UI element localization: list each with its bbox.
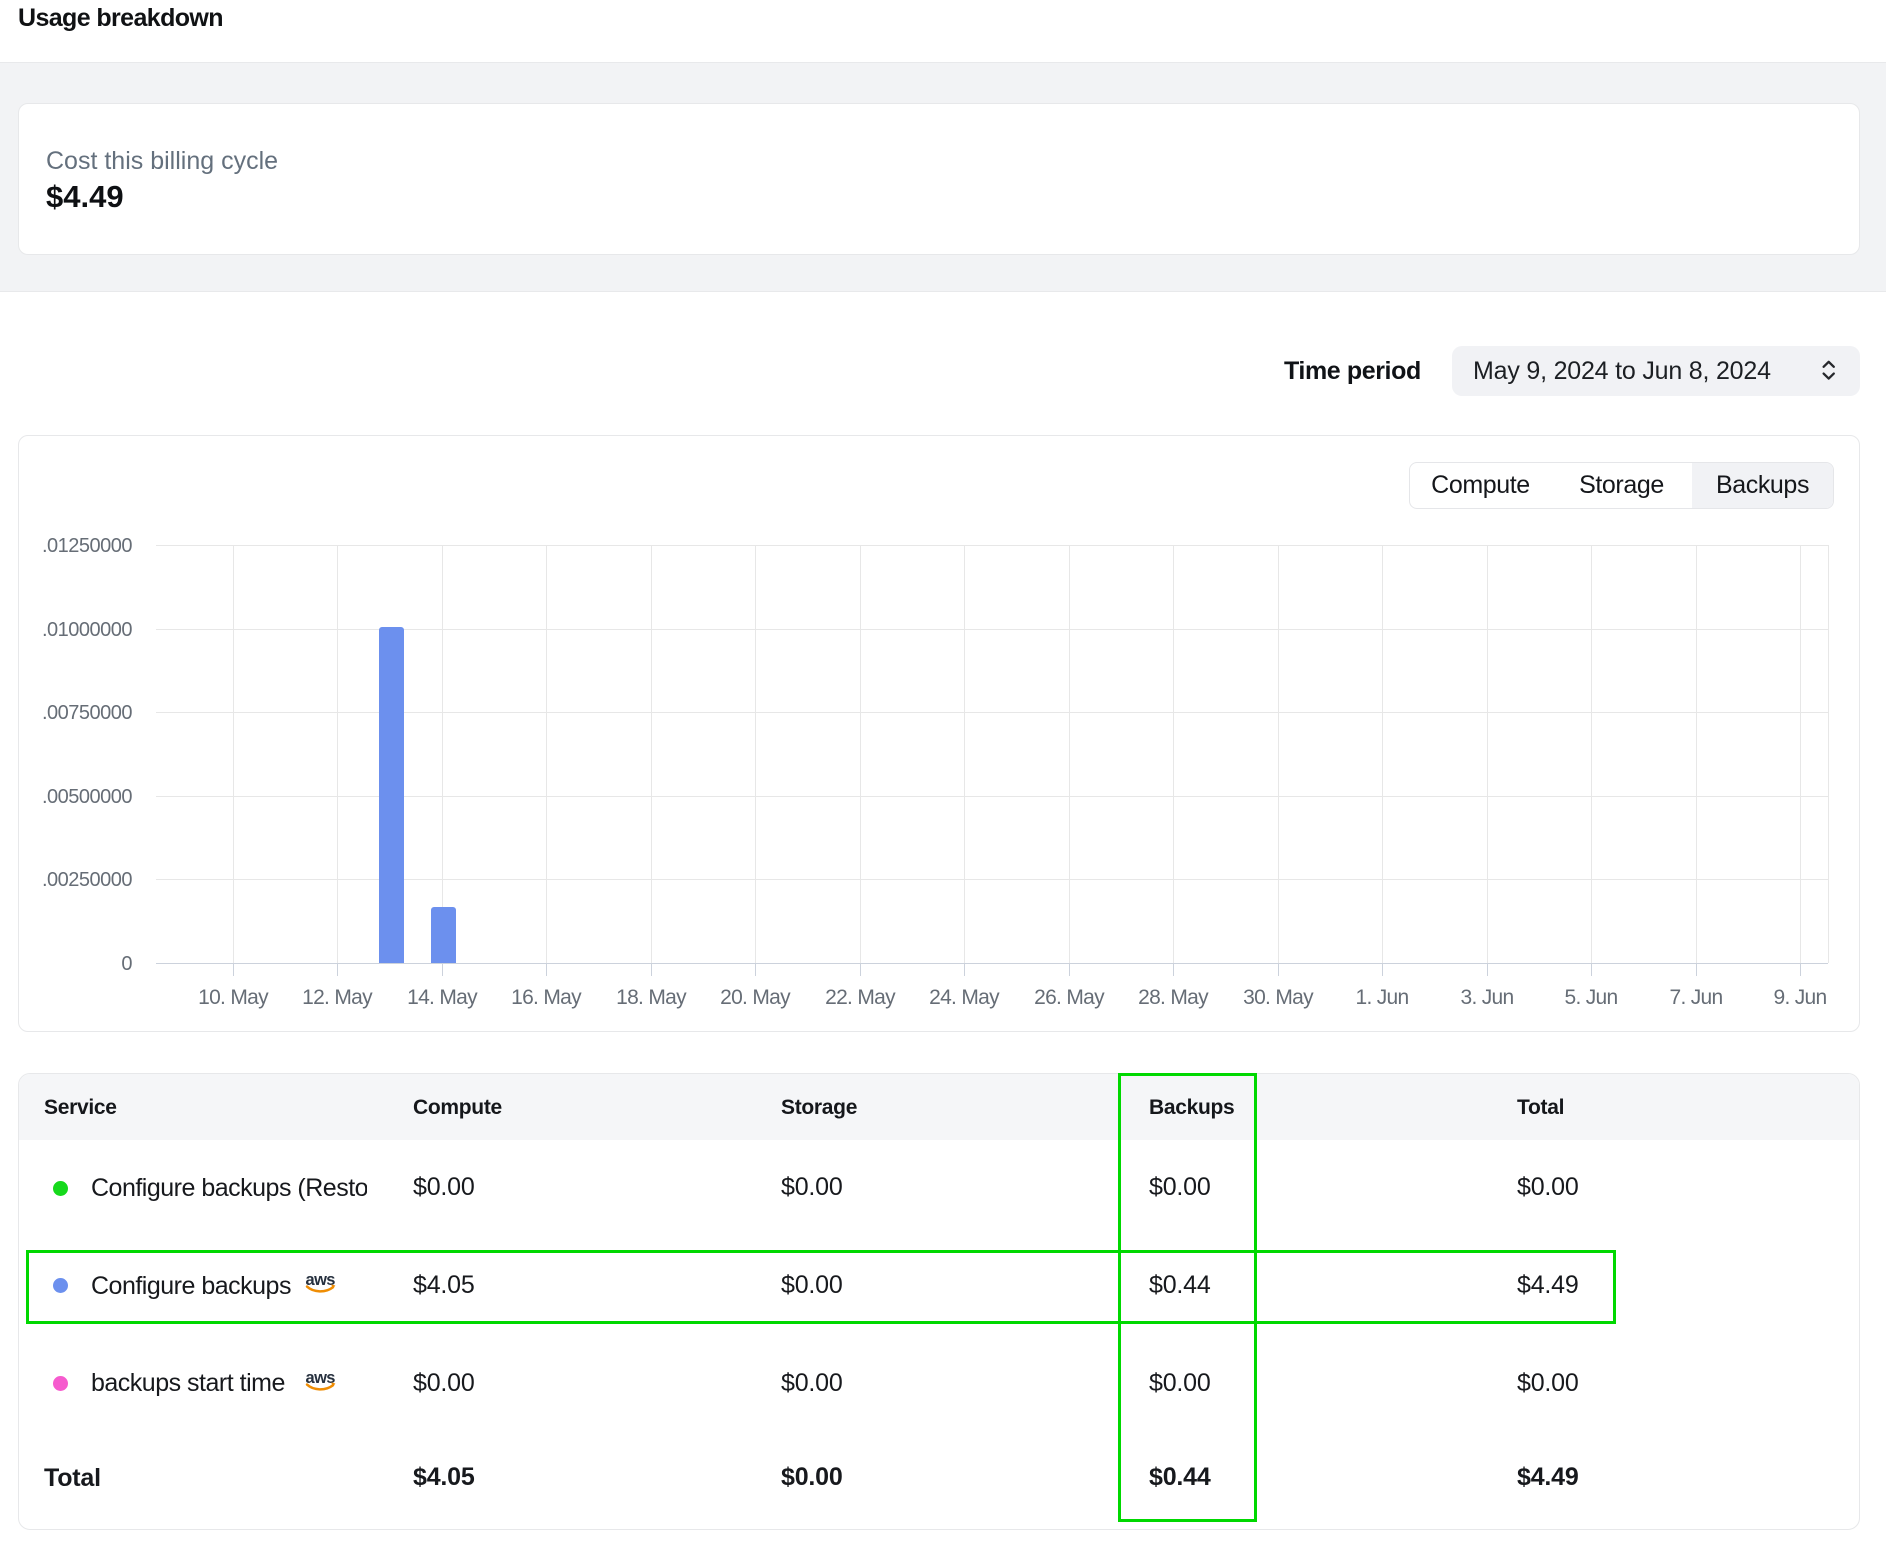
svg-text:aws: aws <box>306 1370 336 1387</box>
